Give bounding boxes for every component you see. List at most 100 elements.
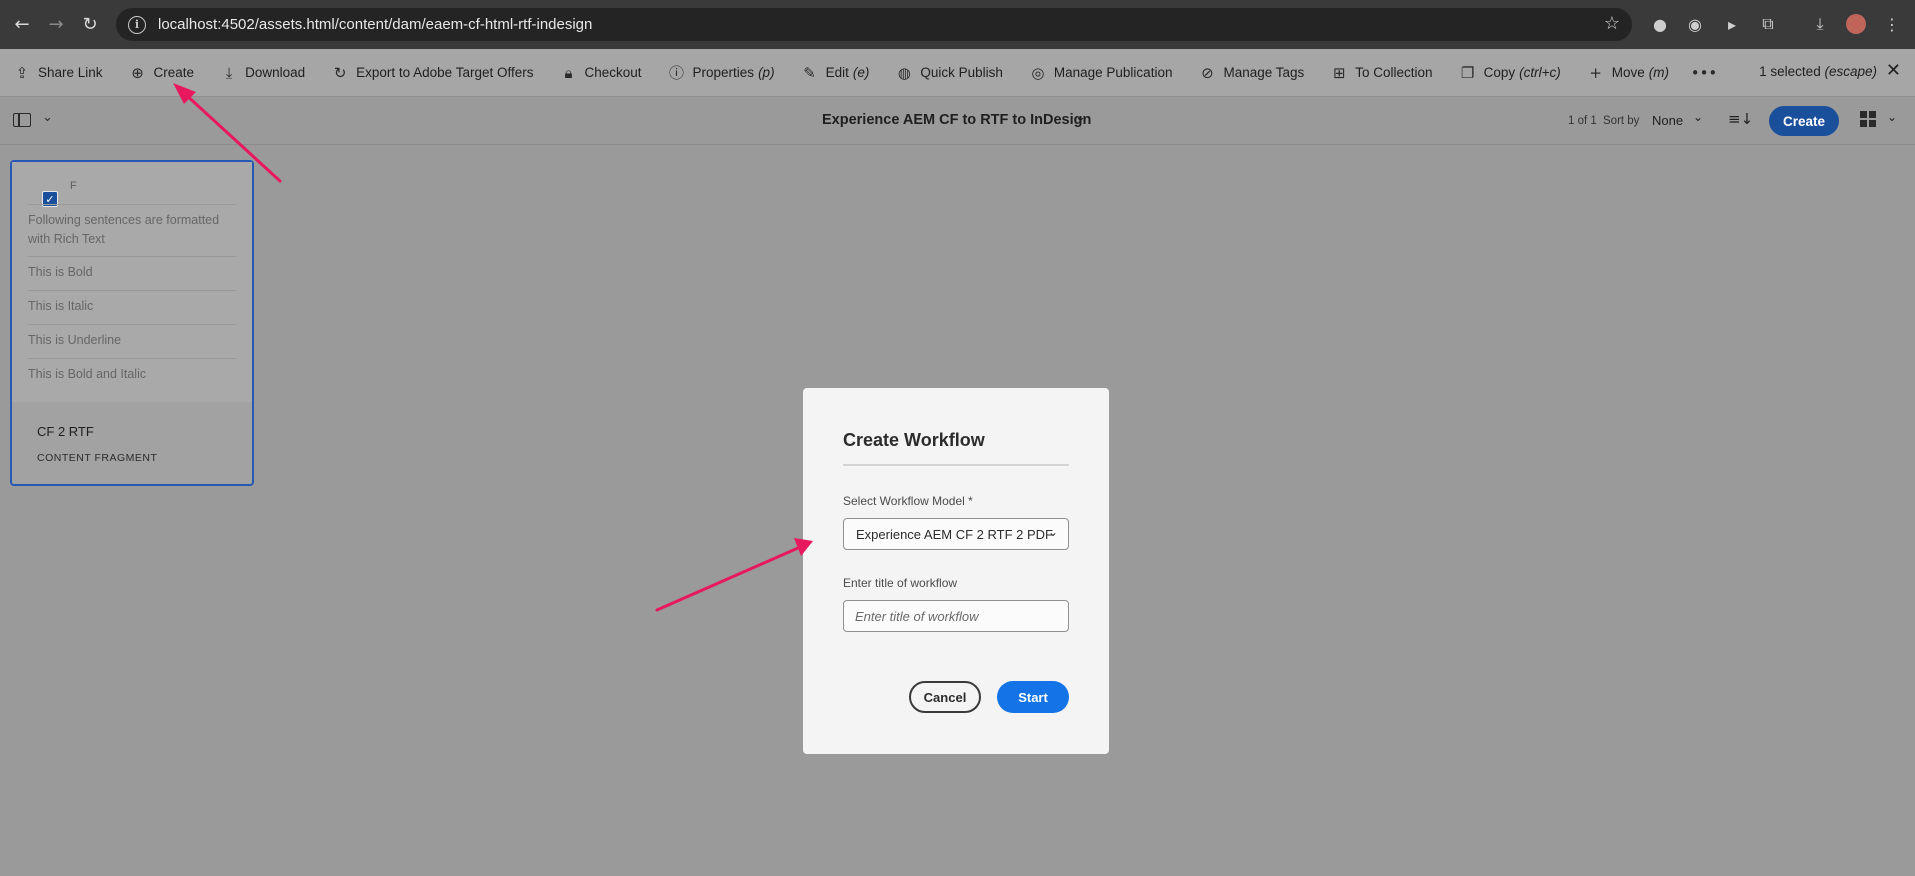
- preview-line: Following sentences are formatted with R…: [28, 204, 236, 249]
- card-title: CF 2 RTF: [37, 424, 94, 439]
- action-label: Manage Tags: [1223, 65, 1305, 80]
- tag-icon: ⊘: [1201, 63, 1214, 82]
- extension-icon[interactable]: ▸: [1722, 14, 1742, 34]
- download-button[interactable]: ⤓ Download: [207, 49, 318, 97]
- selection-count: 1 selected (escape): [1759, 64, 1877, 79]
- workflow-model-value: Experience AEM CF 2 RTF 2 PDF: [856, 526, 1053, 542]
- shortcut-hint: (ctrl+c): [1519, 65, 1561, 80]
- cancel-button[interactable]: Cancel: [909, 681, 981, 713]
- workflow-model-select[interactable]: Experience AEM CF 2 RTF 2 PDF ⌄: [843, 518, 1069, 550]
- checkout-button[interactable]: 🔒︎ Checkout: [546, 49, 654, 97]
- address-bar[interactable]: i localhost:4502/assets.html/content/dam…: [116, 8, 1632, 41]
- create-button[interactable]: Create: [1769, 106, 1839, 136]
- browser-menu-icon[interactable]: ⋮: [1882, 14, 1902, 34]
- download-icon: ⤓: [225, 63, 233, 82]
- selection-text: 1 selected: [1759, 64, 1821, 79]
- close-icon[interactable]: ✕: [1886, 60, 1901, 81]
- action-label: To Collection: [1355, 65, 1433, 80]
- rail-toggle-icon[interactable]: [13, 113, 31, 127]
- annotation-arrow-workflow-model: [655, 538, 813, 612]
- more-icon: •••: [1690, 63, 1718, 82]
- sort-by-label: Sort by: [1603, 115, 1640, 127]
- forward-icon[interactable]: →: [44, 13, 68, 37]
- action-label: Create: [153, 65, 195, 80]
- folder-title[interactable]: Experience AEM CF to RTF to InDesign: [822, 112, 1091, 128]
- dialog-title: Create Workflow: [843, 430, 985, 450]
- chevron-down-icon: ⌄: [1047, 525, 1058, 539]
- chevron-down-icon[interactable]: ⌄: [1693, 110, 1703, 124]
- action-label: Copy: [1483, 65, 1516, 80]
- preview-line: This is Bold and Italic: [28, 358, 236, 384]
- preview-line: This is Italic: [28, 290, 236, 316]
- sort-direction-icon[interactable]: ≡↓: [1728, 110, 1753, 128]
- copy-button[interactable]: ❐ Copy (ctrl+c): [1446, 49, 1574, 97]
- item-count: 1 of 1: [1568, 115, 1597, 127]
- shortcut-hint: (e): [852, 65, 870, 80]
- chevron-down-icon[interactable]: ⌄: [1887, 110, 1897, 124]
- card-type: CONTENT FRAGMENT: [37, 452, 158, 464]
- copy-icon: ❐: [1460, 63, 1475, 82]
- create-action-button[interactable]: ⊕ Create: [116, 49, 208, 97]
- selection-hint: (escape): [1824, 64, 1877, 79]
- view-switcher-icon[interactable]: [1860, 111, 1876, 127]
- share-link-button[interactable]: ⇪ Share Link: [0, 49, 116, 97]
- collection-icon: ⊞: [1332, 63, 1346, 82]
- back-icon[interactable]: ←: [10, 13, 34, 37]
- profile-avatar[interactable]: [1846, 14, 1866, 34]
- plus-circle-icon: ⊕: [131, 63, 144, 82]
- preview-title: F: [70, 180, 77, 192]
- move-button[interactable]: + Move (m): [1574, 49, 1682, 97]
- url-text[interactable]: localhost:4502/assets.html/content/dam/e…: [158, 16, 592, 33]
- browser-toolbar: ← → ↻ i localhost:4502/assets.html/conte…: [0, 0, 1915, 49]
- export-target-offers-button[interactable]: ↻ Export to Adobe Target Offers: [318, 49, 546, 97]
- sort-value[interactable]: None: [1652, 113, 1683, 128]
- manage-tags-button[interactable]: ⊘ Manage Tags: [1185, 49, 1317, 97]
- divider: [843, 464, 1069, 466]
- action-label: Edit: [825, 65, 849, 80]
- downloads-icon[interactable]: ⤓: [1810, 14, 1830, 34]
- action-label: Quick Publish: [920, 65, 1003, 80]
- shortcut-hint: (p): [758, 65, 775, 80]
- preview-line: This is Underline: [28, 324, 236, 350]
- share-icon: ⇪: [15, 63, 29, 82]
- workflow-title-input[interactable]: [843, 600, 1069, 632]
- workflow-model-label: Select Workflow Model *: [843, 494, 973, 508]
- create-workflow-dialog: Create Workflow Select Workflow Model * …: [803, 388, 1109, 754]
- globe-gear-icon: ◎: [1031, 63, 1045, 82]
- extensions-puzzle-icon[interactable]: ⧉: [1758, 14, 1778, 34]
- preview-line: This is Bold: [28, 256, 236, 282]
- action-label: Move: [1611, 65, 1645, 80]
- export-icon: ↻: [333, 63, 347, 82]
- chevron-down-icon[interactable]: ⌄: [1075, 110, 1086, 125]
- content-header: ⌄ Experience AEM CF to RTF to InDesign ⌄…: [0, 97, 1915, 145]
- pencil-icon: ✎: [803, 63, 816, 82]
- info-icon: ⓘ: [669, 64, 685, 82]
- chevron-down-icon[interactable]: ⌄: [42, 110, 53, 125]
- to-collection-button[interactable]: ⊞ To Collection: [1317, 49, 1445, 97]
- action-label: Export to Adobe Target Offers: [356, 65, 534, 80]
- globe-icon: ◍: [897, 63, 911, 82]
- content-fragment-card[interactable]: F ✓ Following sentences are formatted wi…: [10, 160, 254, 486]
- bookmark-star-icon[interactable]: ☆: [1604, 13, 1620, 34]
- action-bar: ⇪ Share Link ⊕ Create ⤓ Download ↻ Expor…: [0, 49, 1915, 97]
- shortcut-hint: (m): [1648, 65, 1669, 80]
- site-info-icon[interactable]: i: [128, 15, 146, 34]
- action-label: Checkout: [584, 65, 642, 80]
- workflow-title-label: Enter title of workflow: [843, 576, 958, 590]
- move-icon: +: [1589, 63, 1602, 82]
- start-button[interactable]: Start: [997, 681, 1069, 713]
- manage-publication-button[interactable]: ◎ Manage Publication: [1016, 49, 1186, 97]
- action-label: Properties: [692, 65, 755, 80]
- action-label: Share Link: [38, 65, 103, 80]
- reload-icon[interactable]: ↻: [78, 13, 102, 37]
- lock-icon: 🔒︎: [564, 63, 573, 82]
- quick-publish-button[interactable]: ◍ Quick Publish: [882, 49, 1016, 97]
- card-preview: F ✓ Following sentences are formatted wi…: [12, 162, 252, 402]
- extension-icon[interactable]: ◉: [1685, 14, 1705, 34]
- more-actions-button[interactable]: •••: [1682, 49, 1733, 97]
- properties-button[interactable]: ⓘ Properties (p): [655, 49, 788, 97]
- extension-icon[interactable]: ●: [1650, 14, 1670, 34]
- action-label: Manage Publication: [1053, 65, 1173, 80]
- edit-button[interactable]: ✎ Edit (e): [788, 49, 883, 97]
- action-label: Download: [245, 65, 306, 80]
